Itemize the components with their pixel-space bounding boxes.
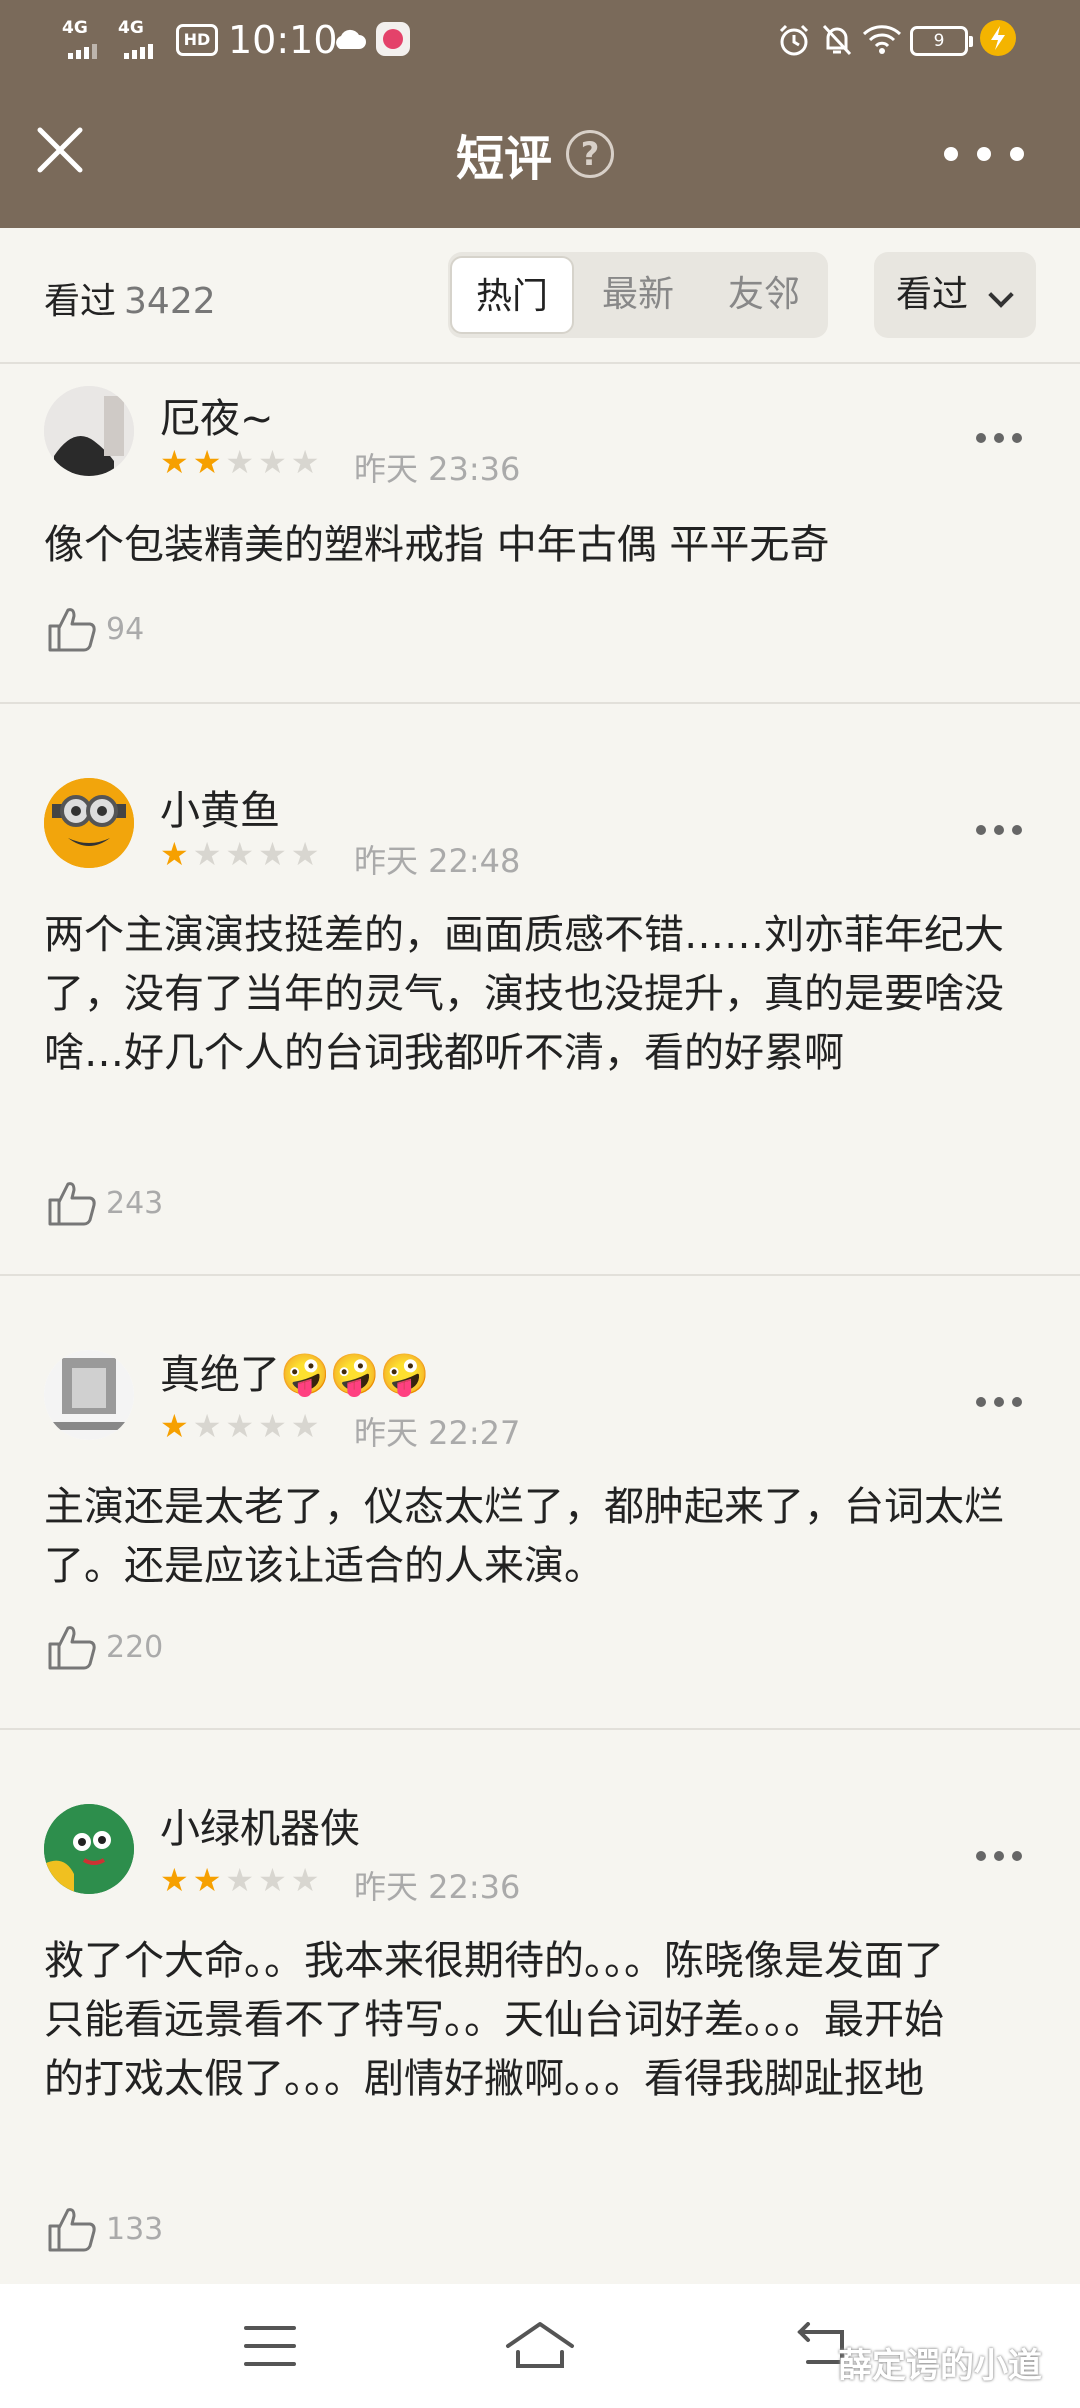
home-icon[interactable]: [504, 2320, 576, 2370]
chevron-down-icon: [988, 282, 1014, 308]
username[interactable]: 厄夜~: [160, 386, 274, 444]
review-time: 昨天 23:36: [354, 450, 521, 488]
star-rating: ★ ★ ★ ★ ★: [160, 444, 319, 480]
star-icon: ★: [290, 443, 320, 481]
more-options-button[interactable]: [944, 136, 1024, 172]
star-icon: ★: [192, 1861, 222, 1899]
cloud-icon: [336, 29, 366, 49]
like-count: 133: [106, 2211, 164, 2247]
tab-latest[interactable]: 最新: [576, 252, 700, 338]
review-text: 两个主演演技挺差的，画面质感不错……刘亦菲年纪大了，没有了当年的灵气，演技也没提…: [44, 912, 1004, 1076]
filter-bar: 看过 3422 热门 最新 友邻 看过: [0, 228, 1080, 364]
status-dropdown[interactable]: 看过: [874, 252, 1036, 338]
like-button[interactable]: 243: [46, 1178, 163, 1228]
star-icon: ★: [160, 1407, 189, 1445]
menu-icon[interactable]: [244, 2324, 296, 2368]
star-icon: ★: [258, 1407, 287, 1445]
star-rating: ★ ★ ★ ★ ★: [160, 1408, 319, 1444]
star-icon: ★: [225, 443, 255, 481]
like-button[interactable]: 133: [46, 2204, 163, 2254]
hd-voice-icon: HD: [176, 24, 218, 56]
star-icon: ★: [160, 443, 189, 481]
review-more-button[interactable]: [976, 428, 1022, 448]
star-icon: ★: [192, 1407, 222, 1445]
watched-number: 3422: [124, 281, 216, 322]
avatar[interactable]: [44, 1804, 134, 1894]
username[interactable]: 真绝了🤪🤪🤪: [160, 1342, 429, 1400]
review-item: 真绝了🤪🤪🤪 ★ ★ ★ ★ ★ 昨天 22:27 主演还是太老了，仪态太烂了，都肿起来…: [0, 1278, 1080, 1730]
review-time: 昨天 22:27: [354, 1414, 521, 1452]
wifi-icon: [862, 25, 902, 54]
username[interactable]: 小绿机器侠: [160, 1796, 360, 1854]
review-text: 像个包装精美的塑料戒指 中年古偶 平平无奇: [44, 522, 830, 568]
watermark: 薛定谔的小道: [838, 2346, 1042, 2386]
star-icon: ★: [192, 835, 222, 873]
star-icon: ★: [258, 1861, 287, 1899]
review-more-button[interactable]: [976, 820, 1022, 840]
star-icon: ★: [225, 835, 255, 873]
avatar[interactable]: [44, 1350, 134, 1440]
star-icon: ★: [225, 1407, 255, 1445]
thumbs-up-icon: [48, 608, 96, 652]
charging-icon: [980, 20, 1016, 56]
status-bar: 4G 4G HD 10:10 9: [0, 0, 1080, 84]
star-icon: ★: [290, 835, 320, 873]
star-icon: ★: [160, 1861, 189, 1899]
close-icon: [37, 127, 83, 173]
star-icon: ★: [258, 835, 287, 873]
review-time: 昨天 22:48: [354, 842, 521, 880]
star-icon: ★: [258, 443, 287, 481]
review-item: 小黄鱼 ★ ★ ★ ★ ★ 昨天 22:48 两个主演演技挺差的，画面质感不错……刘亦菲…: [0, 706, 1080, 1276]
like-count: 243: [106, 1185, 164, 1221]
signal-icon-1: 4G: [62, 18, 112, 59]
like-count: 94: [106, 611, 145, 647]
review-item: 小绿机器侠 ★ ★ ★ ★ ★ 昨天 22:36 救了个大命。。我本来很期待的。。。陈晓…: [0, 1732, 1080, 2284]
star-icon: ★: [290, 1861, 320, 1899]
page-title: 短评: [456, 131, 553, 187]
thumbs-up-icon: [48, 1182, 96, 1226]
close-button[interactable]: [30, 120, 90, 180]
star-icon: ★: [160, 835, 189, 873]
mute-notification-icon: [822, 24, 852, 56]
tab-hot[interactable]: 热门: [450, 256, 574, 334]
star-icon: ★: [192, 443, 222, 481]
battery-indicator: 9: [910, 26, 973, 56]
watched-label: 看过: [44, 281, 117, 322]
help-icon[interactable]: ?: [566, 130, 615, 178]
star-rating: ★ ★ ★ ★ ★: [160, 836, 319, 872]
review-text: 主演还是太老了，仪态太烂了，都肿起来了，台词太烂了。还是应该让适合的人来演。: [44, 1484, 1004, 1589]
review-item: 厄夜~ ★ ★ ★ ★ ★ 昨天 23:36 像个包装精美的塑料戒指 中年古偶 平平无奇…: [0, 364, 1080, 704]
like-count: 220: [106, 1629, 164, 1665]
thumbs-up-icon: [48, 2208, 96, 2252]
dropdown-label: 看过: [896, 274, 969, 315]
watched-count: 看过 3422: [44, 272, 216, 324]
network-type-2: 4G: [118, 18, 144, 38]
review-more-button[interactable]: [976, 1846, 1022, 1866]
tab-friends[interactable]: 友邻: [702, 252, 826, 338]
signal-icon-2: 4G: [118, 18, 170, 59]
avatar[interactable]: [44, 386, 134, 476]
star-icon: ★: [225, 1861, 255, 1899]
like-button[interactable]: 220: [46, 1622, 163, 1672]
app-notification-icon: [376, 22, 410, 56]
network-type-1: 4G: [62, 18, 88, 38]
star-rating: ★ ★ ★ ★ ★: [160, 1862, 319, 1898]
alarm-icon: [779, 24, 809, 56]
thumbs-up-icon: [48, 1626, 96, 1670]
status-time: 10:10: [228, 18, 338, 62]
like-button[interactable]: 94: [46, 604, 144, 654]
review-more-button[interactable]: [976, 1392, 1022, 1412]
review-text: 救了个大命。。我本来很期待的。。。陈晓像是发面了只能看远景看不了特写。。天仙台词…: [44, 1938, 944, 2102]
star-icon: ★: [290, 1407, 320, 1445]
review-time: 昨天 22:36: [354, 1868, 521, 1906]
sort-tabs: 热门 最新 友邻: [448, 252, 828, 338]
avatar[interactable]: [44, 778, 134, 868]
username[interactable]: 小黄鱼: [160, 778, 280, 836]
header: 短评 ?: [0, 84, 1080, 228]
